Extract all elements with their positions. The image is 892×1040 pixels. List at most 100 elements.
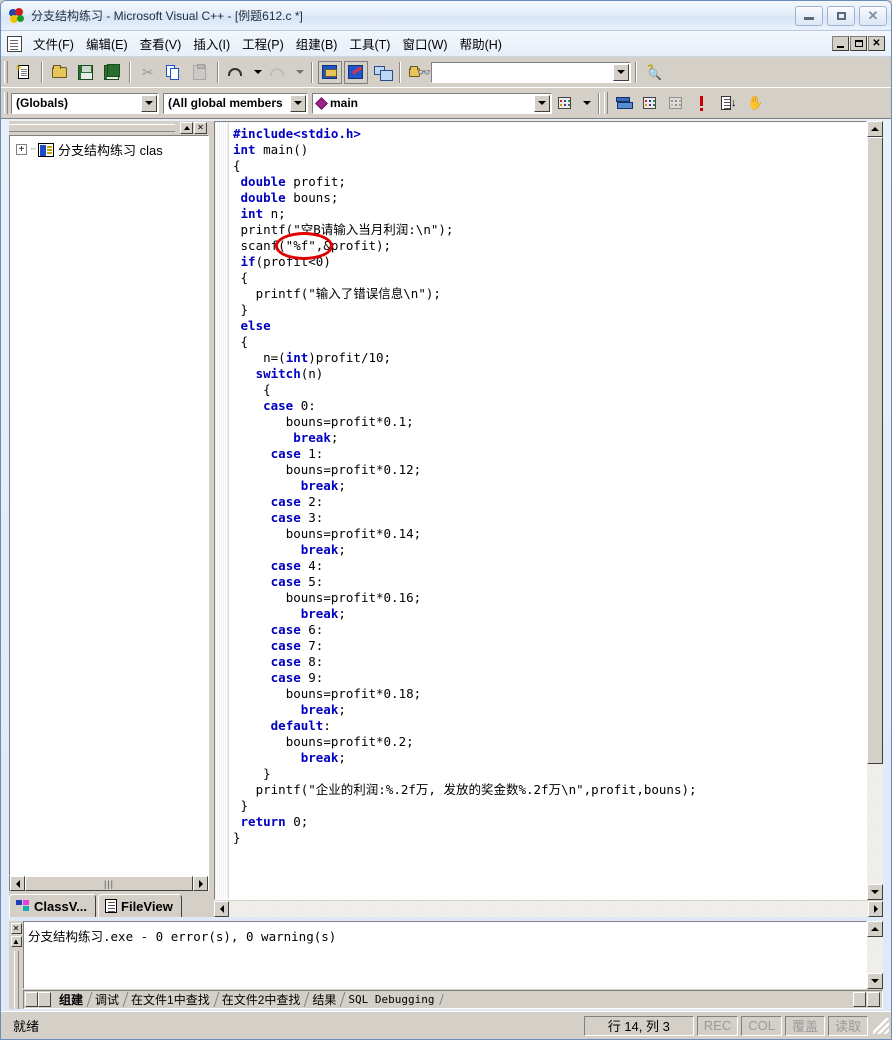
class-combo[interactable]: (Globals) — [11, 92, 159, 114]
build-toolbar-grip[interactable] — [604, 92, 608, 114]
editor-hscroll-track[interactable] — [229, 901, 868, 917]
workspace-tree[interactable]: + ┄ 分支结构练习 clas — [9, 135, 209, 876]
minimize-button[interactable] — [795, 5, 823, 26]
workspace-drag-grip[interactable] — [9, 124, 175, 132]
redo-dropdown-button[interactable] — [292, 61, 306, 84]
members-combo-dropdown[interactable] — [290, 94, 306, 112]
wizard-action-button[interactable] — [553, 92, 577, 115]
find-in-files-button[interactable]: 👓 — [406, 61, 431, 84]
cut-button[interactable]: ✂ — [136, 61, 160, 84]
build-button[interactable] — [638, 92, 662, 115]
go-list-icon: ↓ — [719, 95, 737, 112]
save-all-button[interactable] — [100, 61, 124, 84]
output-toggle-button[interactable] — [344, 60, 368, 84]
output-tab-build[interactable]: 组建 — [54, 991, 90, 1008]
find-combo[interactable] — [431, 61, 631, 83]
undo-button[interactable] — [224, 61, 248, 84]
workspace-scroll-right-button[interactable] — [193, 876, 208, 891]
output-vscroll-track[interactable] — [867, 937, 883, 973]
menu-item-insert[interactable]: 插入(I) — [188, 32, 235, 55]
save-file-button[interactable] — [74, 61, 98, 84]
mdi-minimize-button[interactable] — [832, 36, 849, 51]
editor-scroll-left-button[interactable] — [214, 901, 229, 917]
tree-node-project[interactable]: + ┄ 分支结构练习 clas — [10, 136, 208, 161]
maximize-button[interactable] — [827, 5, 855, 26]
close-button[interactable]: ✕ — [859, 5, 887, 26]
menu-item-view[interactable]: 查看(V) — [135, 32, 187, 55]
workspace-scroll-left-button[interactable] — [10, 876, 25, 891]
output-rollup-button[interactable]: ▲ — [10, 936, 22, 947]
output-tabs-scroll-left[interactable] — [853, 992, 866, 1007]
tree-expander-icon[interactable]: + — [16, 144, 27, 155]
search-help-button[interactable]: ? 🔍 — [642, 61, 666, 84]
code-line: double bouns; — [240, 190, 339, 205]
output-tab-sql-debugging[interactable]: SQL Debugging — [343, 993, 441, 1006]
paste-button[interactable] — [188, 61, 212, 84]
menu-item-file[interactable]: 文件(F) — [28, 32, 79, 55]
app-logo-icon — [9, 7, 25, 24]
output-drag-grip[interactable] — [13, 951, 19, 1009]
editor-vscroll-track[interactable] — [867, 137, 883, 884]
menu-item-window[interactable]: 窗口(W) — [397, 32, 452, 55]
go-button[interactable]: ↓ — [716, 92, 740, 115]
output-vscrollbar[interactable] — [867, 921, 883, 989]
output-tab-debug[interactable]: 调试 — [90, 991, 126, 1008]
editor-gutter[interactable] — [215, 122, 229, 899]
compile-button[interactable] — [612, 92, 636, 115]
editor-vscrollbar[interactable] — [867, 121, 883, 900]
output-tab-find1[interactable]: 在文件1中查找 — [126, 991, 217, 1008]
workspace-close-button[interactable]: ✕ — [194, 122, 207, 134]
output-scroll-down-button[interactable] — [867, 973, 883, 989]
output-text[interactable]: 分支结构练习.exe - 0 error(s), 0 warning(s) — [23, 921, 867, 989]
code-line: n=(int)profit/10; — [263, 350, 392, 365]
copy-button[interactable] — [162, 61, 186, 84]
wizardbar-grip[interactable] — [4, 92, 8, 114]
output-close-button[interactable]: ✕ — [10, 923, 22, 934]
mdi-close-button[interactable]: ✕ — [868, 36, 885, 51]
editor-vscroll-thumb[interactable] — [867, 137, 883, 765]
undo-dropdown-button[interactable] — [250, 61, 264, 84]
output-tab-results[interactable]: 结果 — [307, 991, 343, 1008]
output-scroll-up-button[interactable] — [867, 921, 883, 937]
find-dropdown-button[interactable] — [613, 63, 629, 81]
output-tab-next-button[interactable] — [38, 992, 51, 1007]
workspace-scroll-thumb[interactable]: ||| — [25, 876, 193, 891]
mdi-restore-button[interactable] — [850, 36, 867, 51]
window-list-button[interactable] — [370, 61, 394, 84]
workspace-rollup-button[interactable] — [180, 122, 193, 134]
editor-scroll-up-button[interactable] — [867, 121, 883, 137]
class-combo-dropdown[interactable] — [141, 94, 157, 112]
function-combo-dropdown[interactable] — [534, 94, 550, 112]
wizard-action-dropdown[interactable] — [579, 92, 593, 115]
menu-item-build[interactable]: 组建(B) — [291, 32, 343, 55]
wizard-magnifier-icon — [556, 95, 574, 112]
menu-item-edit[interactable]: 编辑(E) — [81, 32, 133, 55]
menu-item-help[interactable]: 帮助(H) — [455, 32, 507, 55]
find-in-files-icon: 👓 — [409, 64, 431, 81]
insert-breakpoint-button[interactable]: ✋ — [742, 92, 766, 115]
members-combo[interactable]: (All global members — [163, 92, 308, 114]
editor-hscrollbar[interactable] — [214, 901, 883, 917]
tab-fileview[interactable]: FileView — [98, 894, 182, 917]
code-editor[interactable]: #include<stdio.h> int main(){ double prof… — [229, 122, 866, 899]
workspace-toggle-button[interactable] — [318, 60, 342, 84]
open-file-button[interactable] — [48, 61, 72, 84]
output-tab-prev-button[interactable] — [25, 992, 38, 1007]
output-tabs-scroll-right[interactable] — [867, 992, 880, 1007]
workspace-hscrollbar[interactable]: ||| — [9, 876, 209, 891]
standard-toolbar: ✳ ✂ 👓 ? 🔍 — [1, 57, 891, 88]
editor-scroll-right-button[interactable] — [868, 901, 883, 917]
output-tab-find2[interactable]: 在文件2中查找 — [217, 991, 308, 1008]
toolbar-grip[interactable] — [4, 61, 8, 83]
redo-button[interactable] — [266, 61, 290, 84]
function-combo[interactable]: main — [312, 92, 552, 114]
editor-scroll-down-button[interactable] — [867, 884, 883, 900]
stop-build-button[interactable] — [664, 92, 688, 115]
tab-classview[interactable]: ClassV... — [9, 894, 97, 917]
new-document-button[interactable]: ✳ — [12, 61, 36, 84]
resize-grip[interactable] — [873, 1017, 889, 1034]
menu-item-tools[interactable]: 工具(T) — [344, 32, 395, 55]
menu-item-project[interactable]: 工程(P) — [237, 32, 289, 55]
execute-button[interactable] — [690, 92, 714, 115]
workspace-scroll-track[interactable]: ||| — [25, 876, 193, 891]
